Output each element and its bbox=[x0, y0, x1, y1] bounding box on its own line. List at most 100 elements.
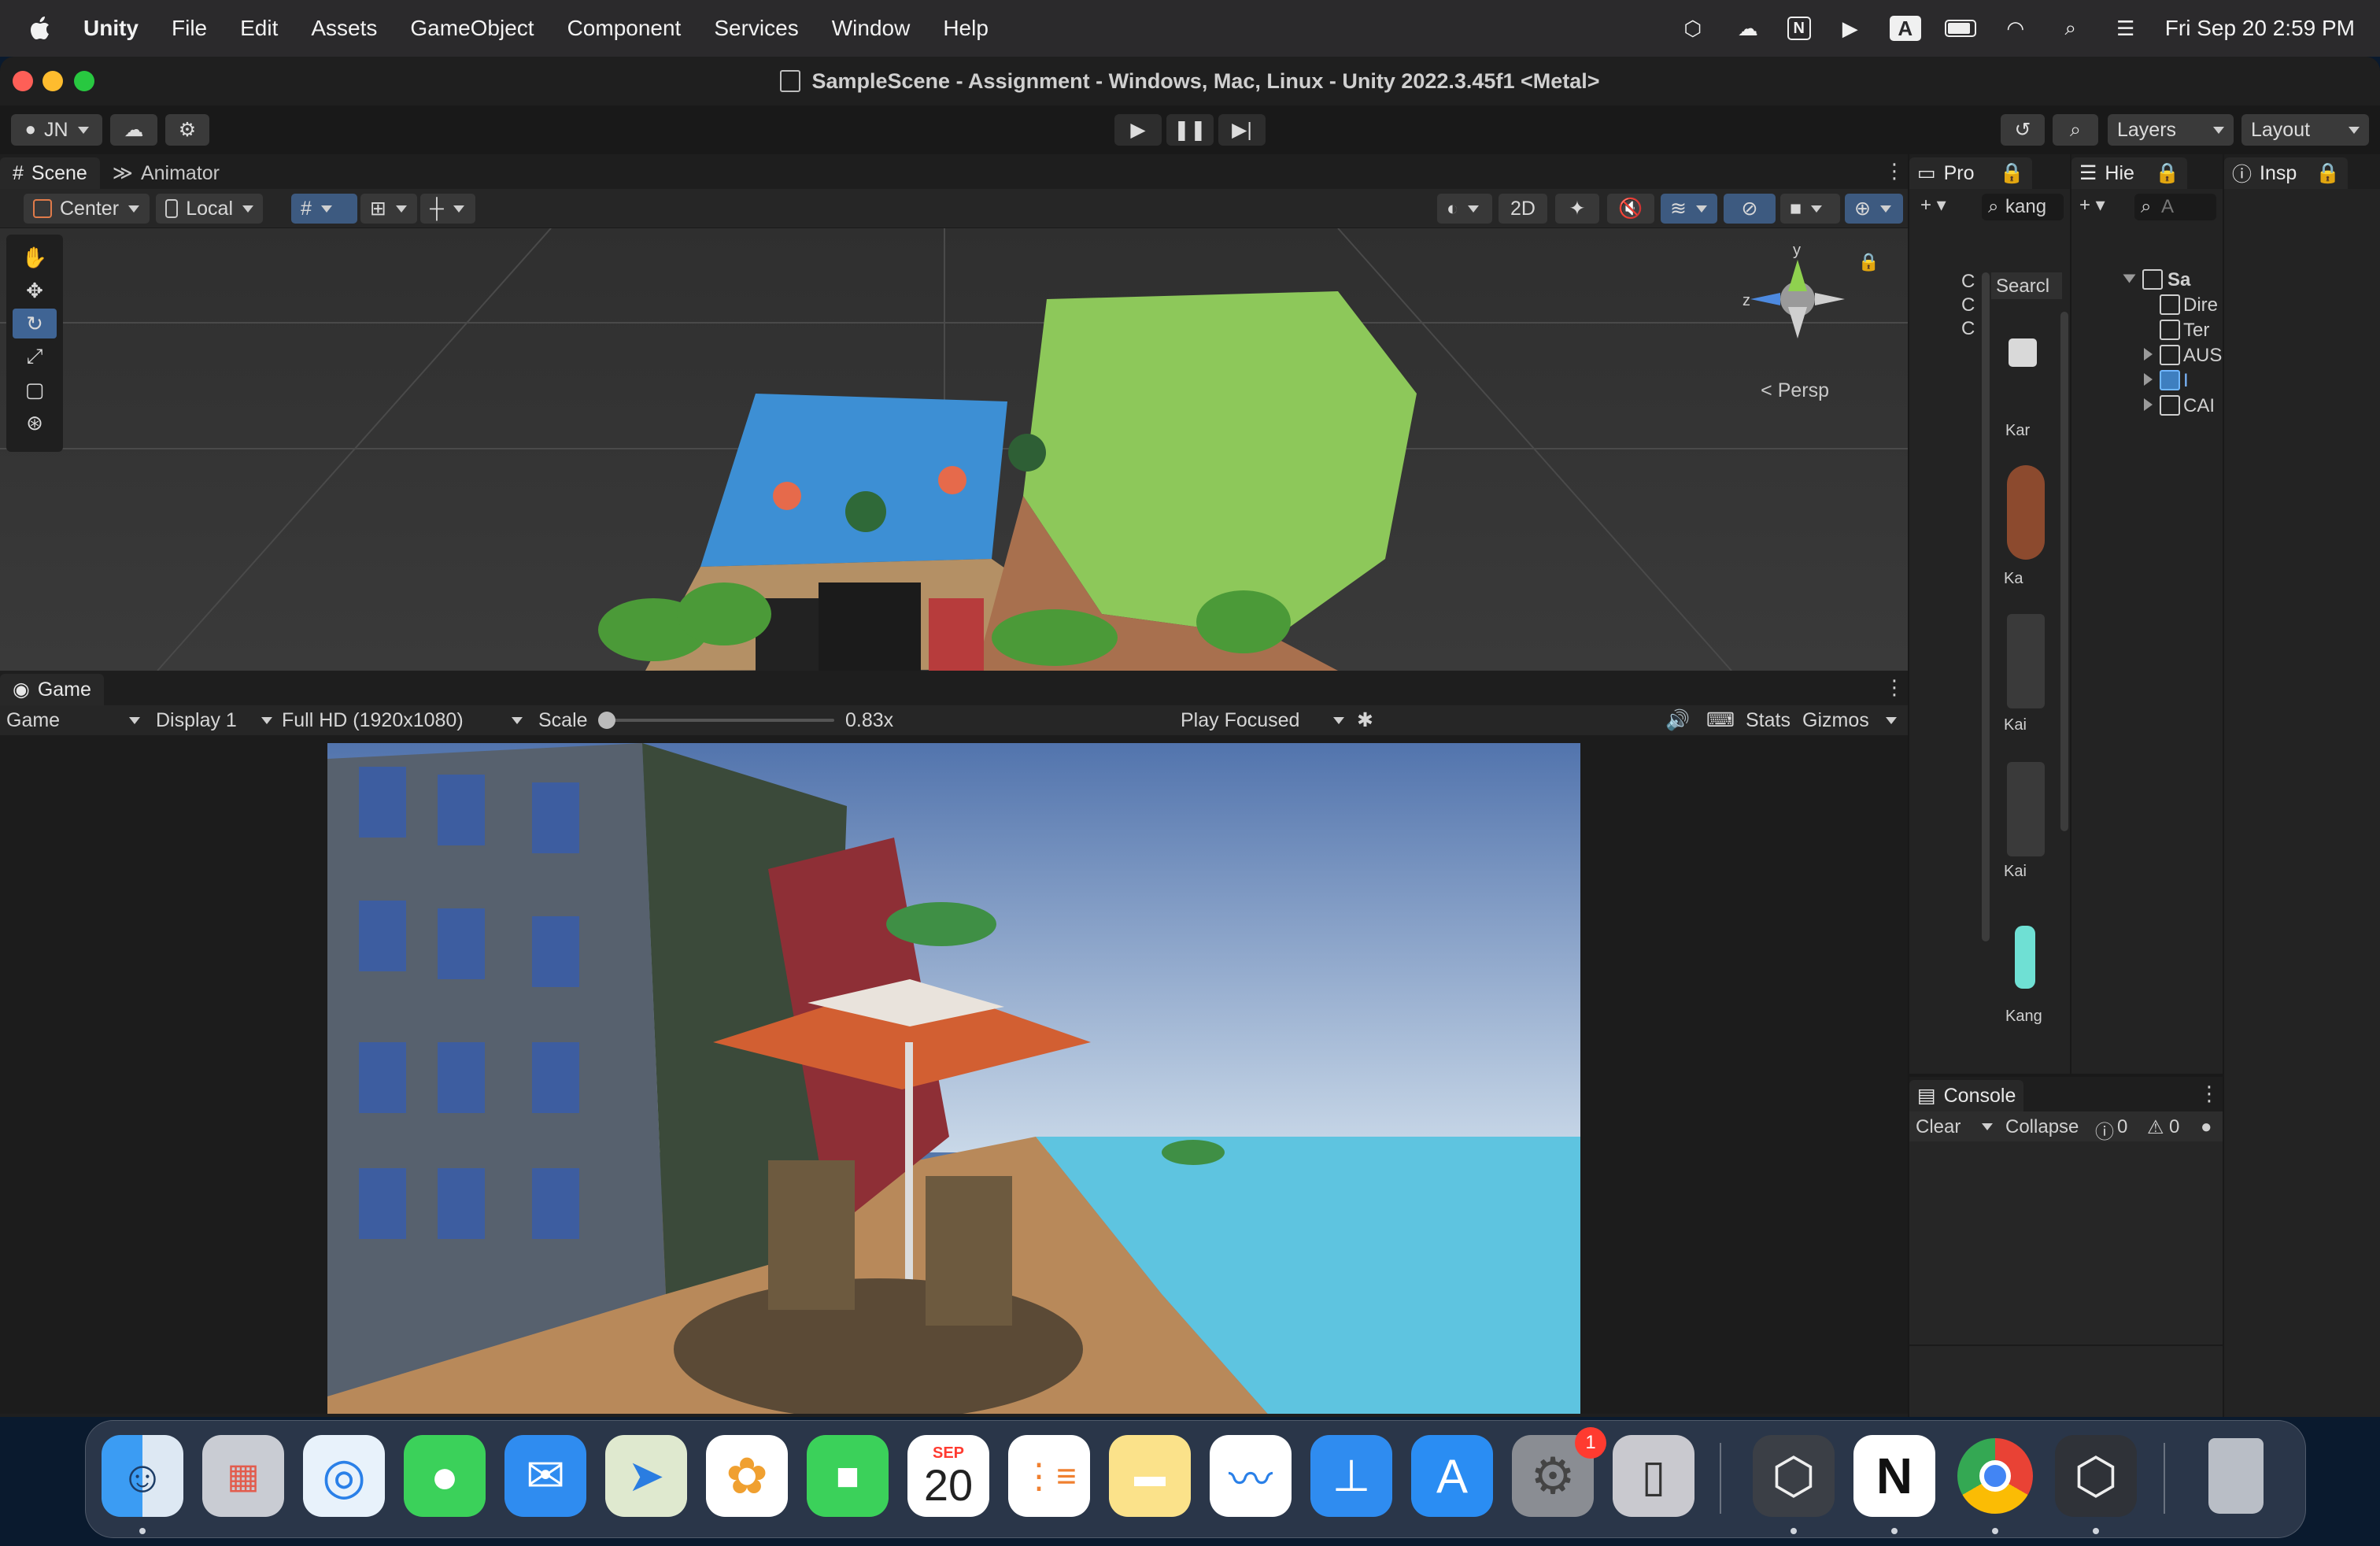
asset-thumbnail[interactable] bbox=[2007, 465, 2045, 560]
hierarchy-item[interactable]: Dire bbox=[2183, 294, 2218, 316]
resolution-dropdown[interactable]: Full HD (1920x1080) bbox=[282, 705, 523, 735]
safari-icon[interactable]: ◎ bbox=[303, 1435, 385, 1517]
rotate-tool-button[interactable]: ↻ bbox=[13, 309, 57, 338]
search-button[interactable]: ⌕ bbox=[2053, 114, 2098, 146]
expand-arrow-icon[interactable] bbox=[2144, 398, 2153, 411]
asset-thumbnail[interactable] bbox=[2015, 926, 2035, 989]
grid-snap-button[interactable]: # bbox=[291, 194, 357, 224]
hidden-objects-toggle[interactable]: ⊘ bbox=[1724, 194, 1776, 224]
photos-icon[interactable]: ✿ bbox=[706, 1435, 788, 1517]
battery-icon[interactable] bbox=[1944, 13, 1976, 44]
audio-toggle[interactable]: 🔇 bbox=[1607, 194, 1654, 224]
game-viewport[interactable] bbox=[327, 743, 1580, 1417]
hierarchy-item[interactable]: CAI bbox=[2183, 395, 2215, 417]
asset-thumbnail[interactable] bbox=[2007, 762, 2045, 856]
game-view-dropdown[interactable]: Game bbox=[6, 705, 140, 735]
apple-menu-icon[interactable] bbox=[25, 13, 57, 44]
keyboard-shortcuts-button[interactable]: ⌨ bbox=[1706, 705, 1735, 735]
tab-game[interactable]: ◉ Game bbox=[0, 674, 104, 705]
collab-button[interactable]: ⚙ bbox=[165, 114, 209, 146]
transform-tool-button[interactable]: ⊛ bbox=[13, 408, 57, 438]
hand-tool-button[interactable]: ✋ bbox=[13, 242, 57, 272]
space-dropdown[interactable]: Local bbox=[156, 194, 263, 224]
input-source-icon[interactable]: A bbox=[1889, 16, 1921, 41]
notes-icon[interactable]: ▬ bbox=[1109, 1435, 1191, 1517]
pivot-dropdown[interactable]: Center bbox=[24, 194, 150, 224]
tab-hierarchy[interactable]: ☰ Hie 🔒 bbox=[2071, 157, 2188, 189]
game-panel-menu-icon[interactable]: ⋮ bbox=[1884, 675, 1905, 699]
tab-project[interactable]: ▭ Pro 🔒 bbox=[1909, 157, 2032, 189]
play-status-icon[interactable]: ▶ bbox=[1835, 13, 1866, 44]
chevron-down-icon[interactable] bbox=[1982, 1123, 1993, 1130]
increment-snap-button[interactable]: ⊞ bbox=[360, 194, 417, 224]
lock-icon[interactable]: 🔒 bbox=[2315, 162, 2340, 185]
tree-item[interactable]: C bbox=[1961, 294, 1975, 316]
hierarchy-create-button[interactable]: + ▾ bbox=[2079, 194, 2105, 216]
maps-icon[interactable]: ➤ bbox=[605, 1435, 687, 1517]
menu-app-name[interactable]: Unity bbox=[83, 16, 139, 41]
rect-tool-button[interactable]: ▢ bbox=[13, 375, 57, 405]
asset-item[interactable] bbox=[1998, 327, 2045, 398]
console-menu-icon[interactable]: ⋮ bbox=[2199, 1082, 2219, 1105]
menu-window[interactable]: Window bbox=[832, 16, 911, 41]
lock-icon[interactable]: 🔒 bbox=[2155, 162, 2179, 185]
reminders-icon[interactable]: ⋮≡ bbox=[1008, 1435, 1090, 1517]
keynote-icon[interactable]: ⊥ bbox=[1310, 1435, 1392, 1517]
hierarchy-item[interactable]: AUS bbox=[2183, 345, 2222, 367]
expand-arrow-icon[interactable] bbox=[2123, 274, 2136, 283]
zoom-window-button[interactable] bbox=[74, 71, 94, 91]
launchpad-icon[interactable]: ▦ bbox=[202, 1435, 284, 1517]
notion-menu-icon[interactable]: N bbox=[1787, 17, 1811, 40]
gizmos-button[interactable]: Gizmos bbox=[1802, 705, 1897, 735]
unity-icon[interactable]: ⬡ bbox=[2055, 1435, 2137, 1517]
orientation-gizmo[interactable]: y z bbox=[1743, 244, 1853, 370]
draw-mode-dropdown[interactable]: ◐ bbox=[1437, 194, 1492, 224]
calendar-icon[interactable]: SEP 20 bbox=[907, 1435, 989, 1517]
asset-thumbnail[interactable] bbox=[2007, 614, 2045, 708]
console-clear-button[interactable]: Clear bbox=[1916, 1116, 1961, 1138]
lighting-toggle[interactable]: ✦ bbox=[1555, 194, 1599, 224]
pause-button[interactable]: ❚❚ bbox=[1166, 114, 1214, 146]
tab-inspector[interactable]: ⓘ Insp 🔒 bbox=[2224, 157, 2349, 189]
scale-slider-handle[interactable] bbox=[598, 712, 615, 729]
ruler-button[interactable]: ┼ bbox=[420, 194, 475, 224]
unity-status-icon[interactable]: ⬡ bbox=[1677, 13, 1709, 44]
wifi-icon[interactable]: ◠ bbox=[2000, 13, 2031, 44]
lock-icon[interactable]: 🔒 bbox=[2000, 162, 2024, 185]
scale-tool-button[interactable]: ⤢ bbox=[13, 342, 57, 372]
mode-2d-button[interactable]: 2D bbox=[1499, 194, 1547, 224]
warning-count[interactable]: 0 bbox=[2169, 1116, 2179, 1138]
scene-root[interactable]: Sa bbox=[2168, 269, 2190, 291]
menu-clock[interactable]: Fri Sep 20 2:59 PM bbox=[2165, 16, 2355, 41]
iphone-mirroring-icon[interactable]: ▯ bbox=[1613, 1435, 1694, 1517]
projection-toggle[interactable]: < Persp bbox=[1761, 379, 1829, 402]
project-create-button[interactable]: + ▾ bbox=[1920, 194, 1946, 216]
chrome-icon[interactable] bbox=[1954, 1435, 2036, 1517]
project-search-input[interactable]: ⌕ kang bbox=[1982, 194, 2064, 220]
menu-services[interactable]: Services bbox=[714, 16, 798, 41]
close-window-button[interactable] bbox=[13, 71, 33, 91]
frame-debugger-button[interactable]: ✱ bbox=[1357, 705, 1373, 735]
play-button[interactable]: ▶ bbox=[1114, 114, 1162, 146]
freeform-icon[interactable]: 〰 bbox=[1210, 1435, 1292, 1517]
effects-dropdown[interactable]: ≋ bbox=[1661, 194, 1717, 224]
scene-panel-menu-icon[interactable]: ⋮ bbox=[1884, 159, 1905, 183]
step-button[interactable]: ▶| bbox=[1218, 114, 1266, 146]
menu-edit[interactable]: Edit bbox=[240, 16, 278, 41]
hierarchy-item-prefab[interactable]: I bbox=[2183, 370, 2189, 392]
tab-scene[interactable]: # Scene bbox=[0, 157, 100, 189]
notion-icon[interactable]: N bbox=[1853, 1435, 1935, 1517]
layers-dropdown[interactable]: Layers bbox=[2108, 114, 2234, 146]
app-store-icon[interactable]: A bbox=[1411, 1435, 1493, 1517]
control-center-icon[interactable]: ☰ bbox=[2110, 13, 2142, 44]
tab-animator[interactable]: ≫ Animator bbox=[100, 157, 232, 189]
project-tree-scrollbar[interactable] bbox=[1982, 272, 1990, 941]
tree-item[interactable]: C bbox=[1961, 271, 1975, 293]
project-grid-scrollbar[interactable] bbox=[2060, 312, 2068, 831]
camera-dropdown[interactable]: ■ bbox=[1780, 194, 1840, 224]
finder-icon[interactable]: ☺ bbox=[102, 1435, 183, 1517]
menu-component[interactable]: Component bbox=[567, 16, 682, 41]
creative-cloud-icon[interactable]: ☁ bbox=[1732, 13, 1764, 44]
menu-assets[interactable]: Assets bbox=[311, 16, 377, 41]
account-dropdown[interactable]: ● JN bbox=[11, 114, 102, 146]
